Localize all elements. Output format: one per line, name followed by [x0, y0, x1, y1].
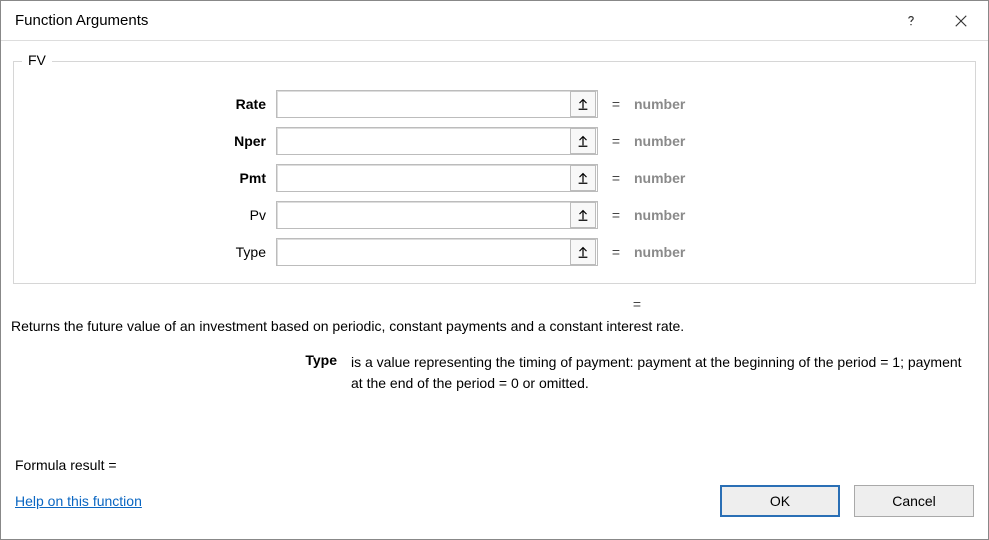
- range-picker-icon[interactable]: [570, 128, 596, 154]
- arg-row-pv: Pv = number: [26, 197, 963, 233]
- arg-help: Type is a value representing the timing …: [11, 334, 978, 394]
- pv-input[interactable]: [277, 203, 569, 227]
- function-arguments-dialog: Function Arguments FV Rate: [0, 0, 989, 540]
- equals-sign: =: [598, 96, 634, 112]
- equals-sign: =: [598, 244, 634, 260]
- rate-input[interactable]: [277, 92, 569, 116]
- nper-input[interactable]: [277, 129, 569, 153]
- range-picker-icon[interactable]: [570, 165, 596, 191]
- arg-result: number: [634, 96, 685, 112]
- arg-row-pmt: Pmt = number: [26, 160, 963, 196]
- formula-result-row: Formula result =: [11, 451, 978, 479]
- equals-sign: =: [598, 133, 634, 149]
- arg-row-type: Type = number: [26, 234, 963, 270]
- help-link[interactable]: Help on this function: [15, 493, 142, 509]
- close-icon[interactable]: [936, 2, 986, 40]
- arg-result: number: [634, 133, 685, 149]
- equals-sign: =: [619, 296, 655, 312]
- arg-input-wrap: [276, 127, 598, 155]
- help-icon[interactable]: [886, 2, 936, 40]
- arg-label: Type: [26, 244, 276, 260]
- pmt-input[interactable]: [277, 166, 569, 190]
- arg-input-wrap: [276, 164, 598, 192]
- arg-row-nper: Nper = number: [26, 123, 963, 159]
- type-input[interactable]: [277, 240, 569, 264]
- arg-input-wrap: [276, 238, 598, 266]
- arg-label: Pmt: [26, 170, 276, 186]
- spacer: [11, 394, 978, 451]
- equals-sign: =: [598, 170, 634, 186]
- arg-label: Nper: [26, 133, 276, 149]
- formula-result-label: Formula result =: [15, 457, 117, 473]
- arg-help-label: Type: [21, 352, 351, 394]
- dialog-title: Function Arguments: [15, 12, 886, 29]
- arg-result: number: [634, 207, 685, 223]
- dialog-body: FV Rate = number Nper: [1, 41, 988, 539]
- function-description: Returns the future value of an investmen…: [11, 316, 978, 334]
- arg-result: number: [634, 244, 685, 260]
- arg-result: number: [634, 170, 685, 186]
- range-picker-icon[interactable]: [570, 202, 596, 228]
- arg-row-rate: Rate = number: [26, 86, 963, 122]
- range-picker-icon[interactable]: [570, 239, 596, 265]
- overall-result-row: =: [11, 292, 978, 316]
- range-picker-icon[interactable]: [570, 91, 596, 117]
- arg-input-wrap: [276, 201, 598, 229]
- arg-label: Rate: [26, 96, 276, 112]
- equals-sign: =: [598, 207, 634, 223]
- function-name: FV: [22, 52, 52, 68]
- footer: Help on this function OK Cancel: [11, 479, 978, 529]
- arg-input-wrap: [276, 90, 598, 118]
- arg-help-text: is a value representing the timing of pa…: [351, 352, 968, 394]
- arg-label: Pv: [26, 207, 276, 223]
- titlebar: Function Arguments: [1, 1, 988, 41]
- function-fieldset: FV Rate = number Nper: [13, 61, 976, 284]
- ok-button[interactable]: OK: [720, 485, 840, 517]
- cancel-button[interactable]: Cancel: [854, 485, 974, 517]
